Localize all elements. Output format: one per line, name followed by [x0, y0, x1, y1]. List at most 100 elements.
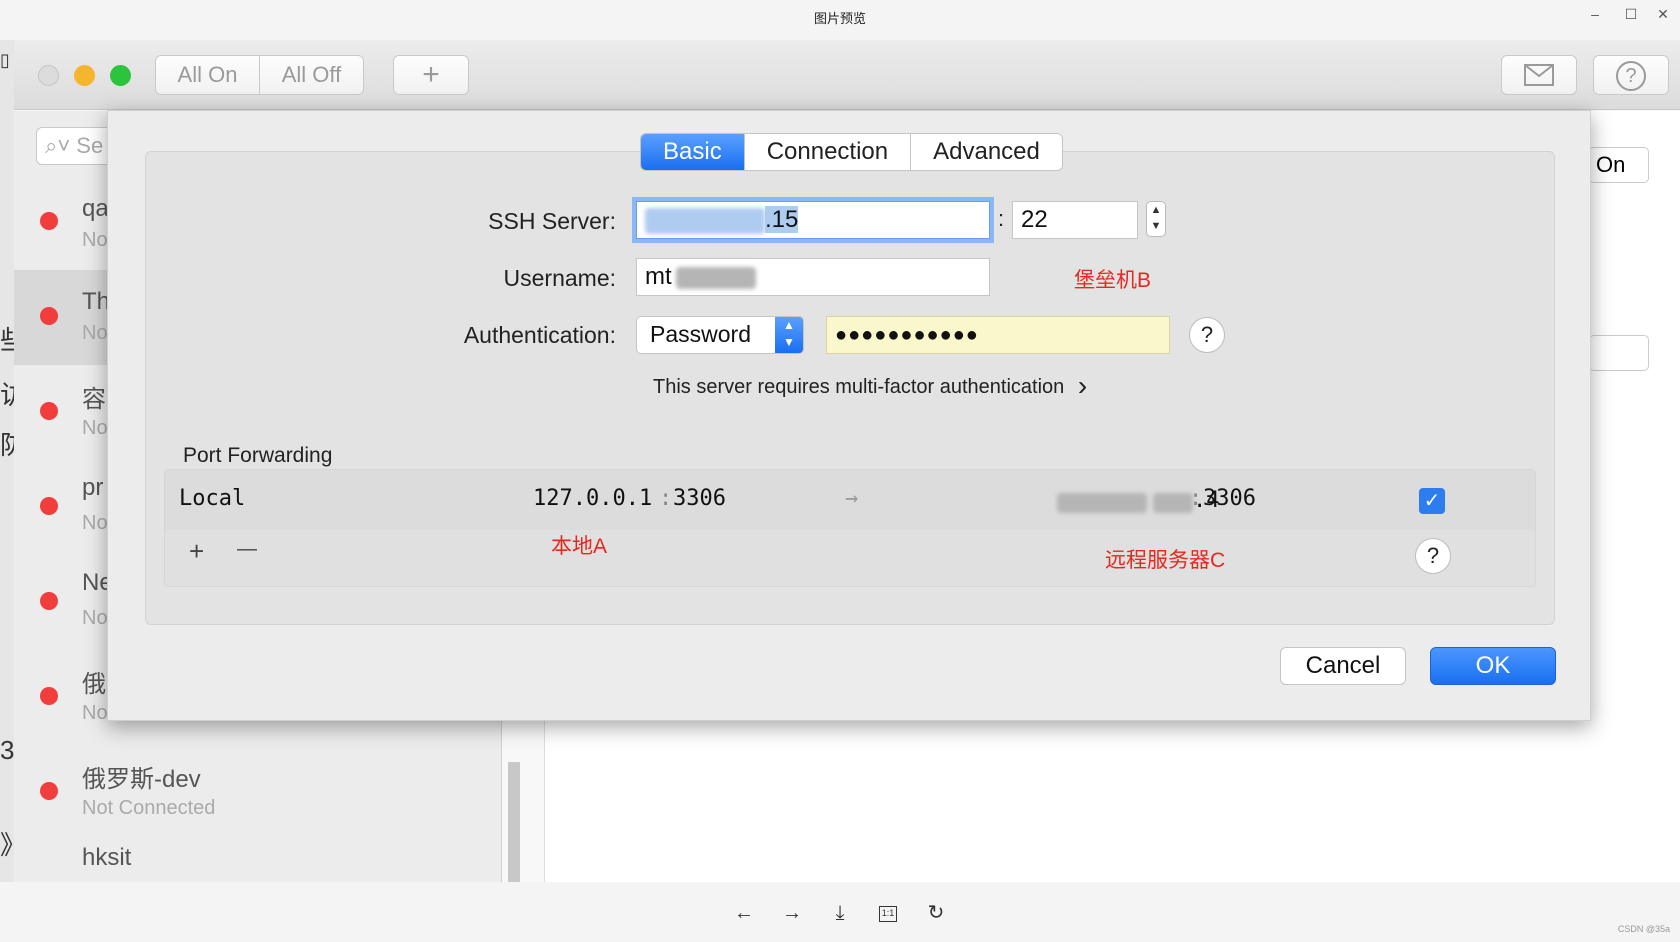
ok-button[interactable]: OK [1430, 647, 1556, 685]
connection-settings-sheet: Basic Connection Advanced SSH Server: Us… [107, 110, 1591, 721]
detail-field[interactable] [1589, 335, 1649, 371]
connection-status: No [82, 229, 108, 251]
forward-enabled-checkbox[interactable]: ✓ [1419, 488, 1445, 514]
viewer-title: 图片预览 [813, 11, 866, 26]
connection-status: No [82, 512, 108, 534]
mail-icon [1524, 64, 1554, 86]
port-forwarding-label: Port Forwarding [183, 444, 333, 467]
authentication-label: Authentication: [463, 322, 616, 348]
redacted-username [675, 266, 756, 289]
remote-port: 3306 [1203, 486, 1256, 511]
local-host: 127.0.0.1 [533, 486, 653, 511]
port-forwarding-row[interactable]: Local 127.0.0.1 : 3306 → .4 : 3306 ✓ [165, 470, 1535, 530]
detail-toggle-button[interactable]: On [1589, 147, 1649, 183]
strip-text: 些 [0, 325, 14, 355]
port-separator: : [998, 206, 1005, 231]
strip-text: 3 [0, 735, 14, 765]
password-field[interactable]: ●●●●●●●●●●● [826, 316, 1170, 354]
status-dot [40, 307, 58, 325]
connection-name: 俄 [82, 671, 106, 698]
local-colon: : [659, 486, 673, 511]
maximize-button[interactable]: ☐ [1620, 4, 1642, 24]
minimize-button[interactable]: – [1584, 4, 1606, 24]
connection-item[interactable]: hksit [14, 840, 502, 882]
connection-status: No [82, 322, 108, 344]
add-forward-button[interactable]: + [189, 536, 204, 567]
tab-advanced[interactable]: Advanced [911, 134, 1062, 170]
close-button[interactable]: ✕ [1652, 4, 1674, 24]
arrow-right-icon: → [845, 486, 859, 511]
close-traffic-light[interactable] [38, 65, 59, 86]
app-toolbar: All On All Off + ? [14, 40, 1680, 110]
actual-size-label: 1:1 [879, 906, 897, 922]
port-stepper[interactable]: ▲ ▼ [1146, 201, 1166, 237]
auth-method-value: Password [650, 321, 751, 347]
status-dot [40, 687, 58, 705]
connection-name: Th [82, 288, 111, 315]
connection-name: pr [82, 474, 104, 501]
ssh-server-suffix: .15 [765, 206, 799, 233]
connection-name: 容 [82, 386, 106, 413]
zoom-traffic-light[interactable] [110, 65, 131, 86]
connection-status: No [82, 607, 108, 629]
remove-forward-button[interactable]: — [237, 538, 257, 561]
annotation-remote: 远程服务器C [1105, 549, 1226, 572]
background-window-edge: ▯ 些 访 防 3 》 [0, 40, 14, 882]
forward-help-button[interactable]: ? [1415, 538, 1451, 574]
download-icon[interactable]: ⤓ [825, 898, 855, 928]
add-button[interactable]: + [393, 55, 469, 95]
connection-name: 俄罗斯-dev [82, 766, 201, 793]
status-dot [40, 592, 58, 610]
all-off-button[interactable]: All Off [259, 55, 364, 95]
strip-text: 防 [0, 430, 14, 460]
help-toolbar-button[interactable]: ? [1593, 55, 1669, 95]
viewer-titlebar: 图片预览 – ☐ ✕ [0, 0, 1680, 32]
arrow-right-icon[interactable]: → [777, 898, 807, 928]
sidebar-scrollbar[interactable] [508, 762, 520, 882]
auth-help-button[interactable]: ? [1189, 317, 1225, 353]
tab-basic[interactable]: Basic [641, 134, 745, 170]
username-field[interactable]: mt [636, 258, 990, 296]
status-dot [40, 402, 58, 420]
cancel-button[interactable]: Cancel [1280, 647, 1406, 685]
actual-size-icon[interactable]: 1:1 [873, 898, 903, 928]
search-icon: ⌕˅ [45, 133, 71, 158]
connection-status: No [82, 417, 108, 439]
redacted-remote-host [1153, 492, 1193, 513]
status-dot [40, 782, 58, 800]
forward-type: Local [179, 486, 246, 511]
chevron-right-icon: › [1077, 370, 1088, 401]
labels-column: SSH Server: Username: Authentication: [146, 152, 616, 452]
tab-connection[interactable]: Connection [744, 134, 912, 170]
status-dot [40, 497, 58, 515]
ssh-server-label: SSH Server: [488, 208, 616, 234]
search-placeholder: Se [76, 133, 104, 158]
mail-button[interactable] [1501, 55, 1577, 95]
connection-status: Not Connected [82, 797, 216, 819]
connection-name: qa [82, 195, 109, 222]
port-field[interactable]: 22 [1012, 201, 1138, 239]
help-icon: ? [1616, 61, 1646, 91]
mfa-link[interactable]: This server requires multi-factor authen… [653, 370, 1087, 402]
username-value: mt [645, 263, 672, 290]
arrow-left-icon[interactable]: ← [729, 898, 759, 928]
ssh-server-field[interactable]: .15 [636, 201, 990, 239]
all-on-button[interactable]: All On [155, 55, 260, 95]
redacted-host [645, 207, 765, 234]
minimize-traffic-light[interactable] [74, 65, 95, 86]
annotation-local: 本地A [551, 535, 608, 558]
redacted-remote-host [1057, 492, 1147, 513]
rotate-icon[interactable]: ↻ [921, 898, 951, 928]
tab-bar: Basic Connection Advanced [640, 133, 1063, 171]
mfa-text: This server requires multi-factor authen… [653, 376, 1065, 398]
port-forwarding-table: Local 127.0.0.1 : 3306 → .4 : 3306 ✓ + —… [164, 469, 1536, 587]
auth-method-select[interactable]: Password ▲ ▼ [636, 316, 804, 354]
connection-item[interactable]: 俄罗斯-dev Not Connected [14, 745, 502, 840]
watermark: CSDN @35a [1617, 924, 1670, 934]
status-dot [40, 212, 58, 230]
username-label: Username: [503, 265, 616, 291]
settings-group-box: SSH Server: Username: Authentication: .1… [145, 151, 1555, 625]
strip-icon: ▯ [0, 50, 10, 70]
strip-text: 访 [0, 380, 14, 410]
local-port: 3306 [673, 486, 726, 511]
